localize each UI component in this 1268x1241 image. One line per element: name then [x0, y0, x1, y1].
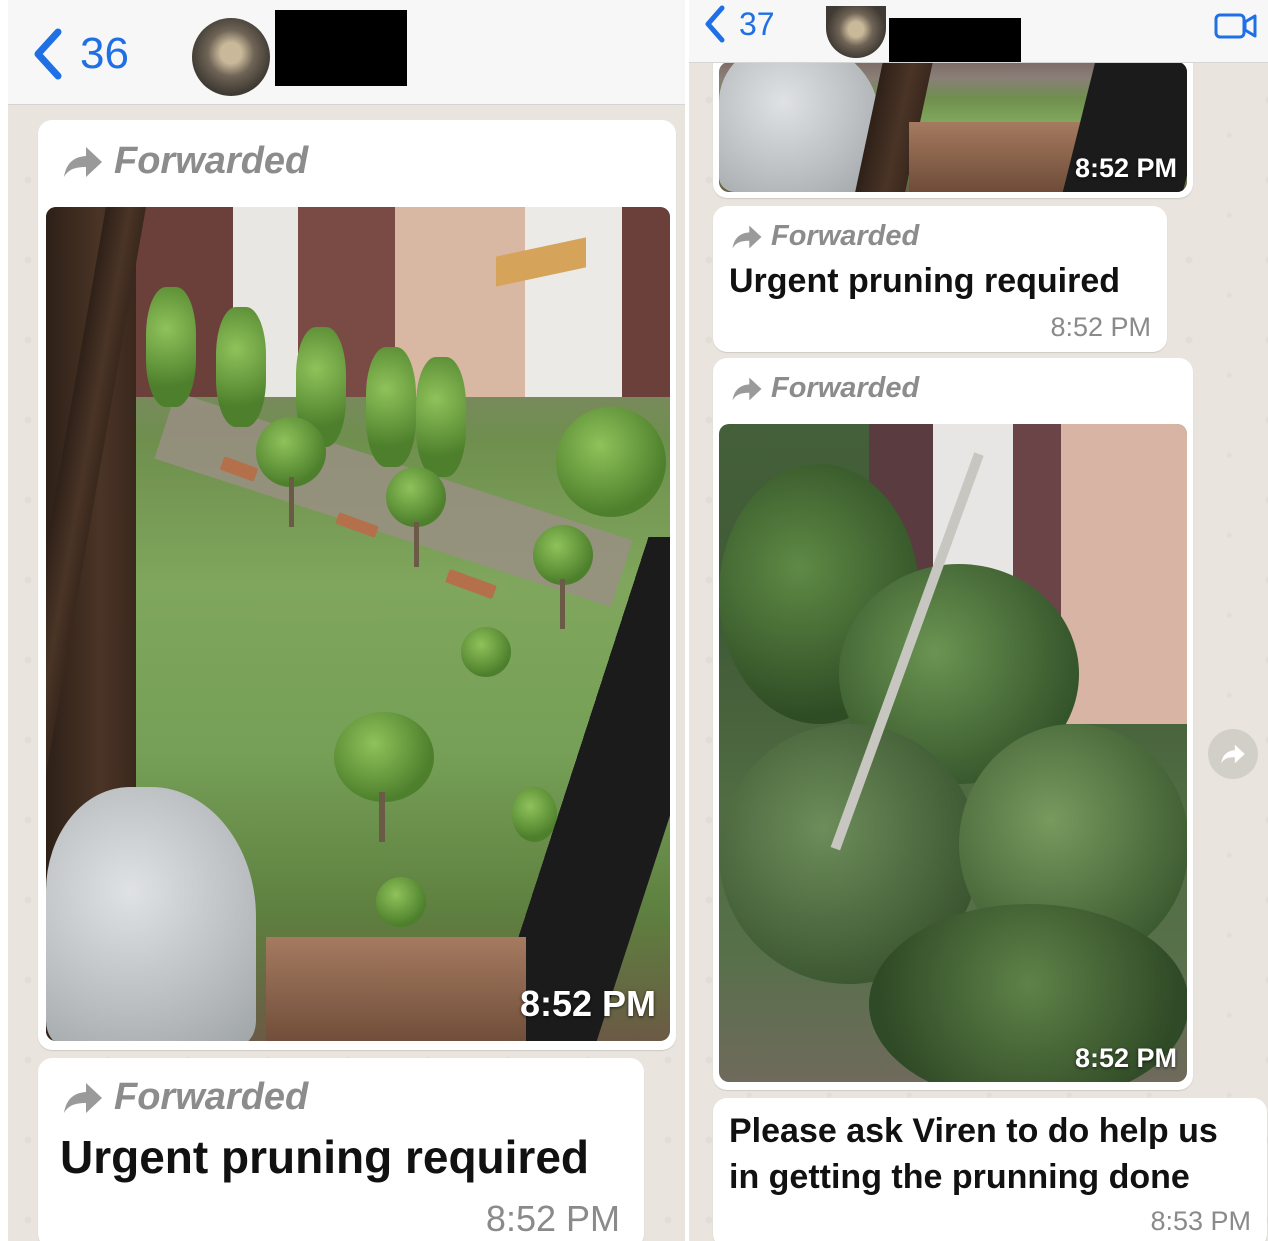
message-text: Please ask Viren to do help us in gettin… [729, 1108, 1218, 1200]
tree [366, 347, 416, 467]
message-timestamp: 8:52 PM [1050, 312, 1151, 342]
avatar[interactable] [192, 18, 270, 96]
back-button[interactable]: 37 [703, 4, 775, 44]
tree-trunk [379, 792, 385, 842]
tree [386, 467, 446, 527]
forward-arrow-icon [64, 1082, 102, 1113]
chevron-left-icon [705, 5, 725, 43]
image-timestamp: 8:52 PM [1074, 153, 1177, 183]
forwarded-label: Forwarded [731, 220, 919, 253]
forward-arrow-icon [732, 377, 762, 400]
message-text-line: in getting the prunning done [729, 1158, 1190, 1196]
tree-trunk [560, 579, 565, 629]
chat-header: 37 [689, 0, 1268, 63]
window-sill [266, 937, 526, 1041]
forwarded-label: Forwarded [731, 372, 919, 405]
tree [416, 357, 466, 477]
left-chat-screen: 36 Forwarded 8:52 PM Forwarded Urgent pr… [8, 0, 685, 1241]
right-chat-screen: 37 8:52 PM Forwarded Urgent pruning requ… [689, 0, 1268, 1241]
redacted-contact-name [889, 18, 1021, 62]
forwarded-label: Forwarded [62, 1076, 308, 1119]
blanket [46, 787, 256, 1041]
message-bubble-text[interactable]: Forwarded Urgent pruning required 8:52 P… [38, 1058, 644, 1241]
tree [533, 525, 593, 585]
message-photo[interactable]: 8:52 PM [719, 62, 1187, 192]
forward-arrow-icon [1221, 744, 1245, 764]
video-call-icon[interactable] [1214, 12, 1258, 40]
message-text: Urgent pruning required [729, 262, 1120, 300]
chat-header: 36 [8, 0, 685, 105]
tree [216, 307, 266, 427]
redacted-contact-name [275, 10, 407, 86]
message-bubble-image[interactable]: Forwarded 8:52 PM [38, 120, 676, 1050]
tree [334, 712, 434, 802]
message-timestamp: 8:52 PM [485, 1198, 620, 1239]
blanket [719, 62, 879, 192]
message-photo[interactable]: 8:52 PM [46, 207, 670, 1041]
message-bubble-image[interactable]: 8:52 PM [713, 40, 1193, 198]
tree [146, 287, 196, 407]
message-text-line: Please ask Viren to do help us [729, 1112, 1218, 1150]
tree [376, 877, 426, 927]
unread-count: 37 [739, 5, 775, 42]
tree-trunk [414, 522, 419, 567]
message-bubble-text[interactable]: Forwarded Urgent pruning required 8:52 P… [713, 206, 1167, 352]
bench [445, 568, 497, 600]
tree-trunk [289, 477, 294, 527]
tree [556, 407, 666, 517]
message-timestamp: 8:53 PM [1150, 1206, 1251, 1236]
tree [461, 627, 511, 677]
forward-arrow-icon [732, 225, 762, 248]
forward-button[interactable] [1208, 729, 1258, 779]
forwarded-label: Forwarded [62, 140, 308, 183]
message-bubble-text[interactable]: Please ask Viren to do help us in gettin… [713, 1098, 1267, 1241]
message-bubble-image[interactable]: Forwarded 8:52 PM [713, 358, 1193, 1090]
back-button[interactable]: 36 [30, 26, 129, 82]
message-text: Urgent pruning required [60, 1131, 589, 1183]
unread-count: 36 [80, 29, 129, 78]
chevron-left-icon [34, 28, 62, 80]
forward-arrow-icon [64, 146, 102, 177]
image-timestamp: 8:52 PM [519, 983, 656, 1024]
image-timestamp: 8:52 PM [1074, 1043, 1177, 1073]
avatar[interactable] [826, 6, 886, 58]
message-photo[interactable]: 8:52 PM [719, 424, 1187, 1082]
